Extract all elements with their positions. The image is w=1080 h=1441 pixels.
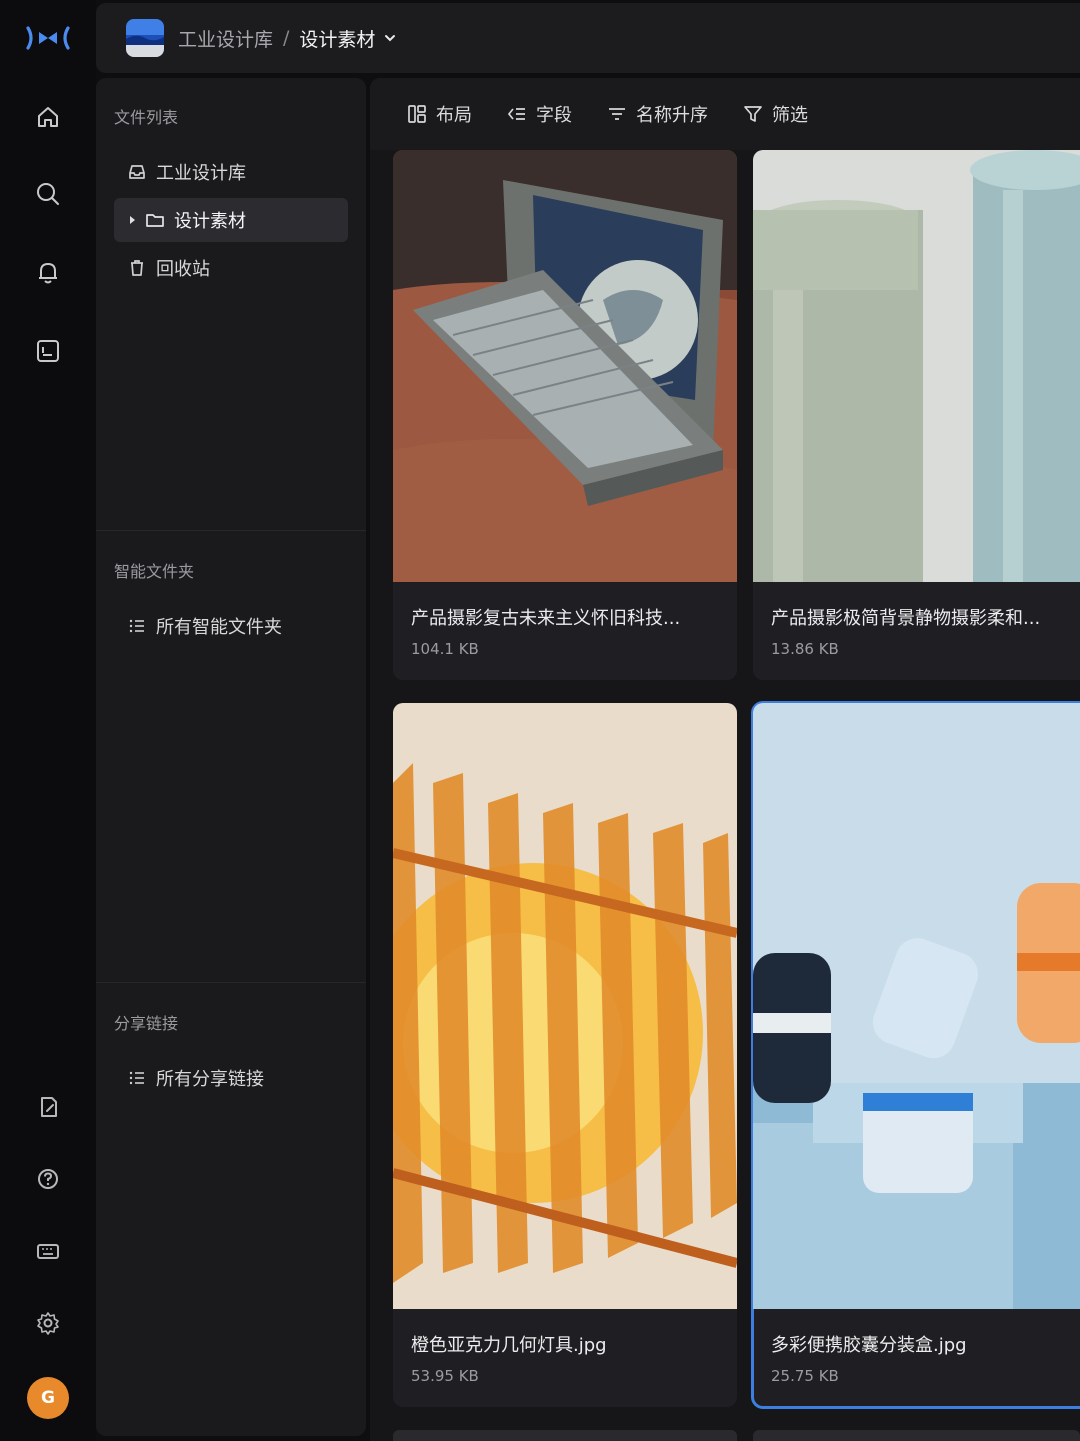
file-card[interactable]: 橙色亚克力几何灯具.jpg 53.95 KB bbox=[393, 703, 737, 1407]
tree-item-library[interactable]: 工业设计库 bbox=[114, 150, 348, 194]
file-size: 53.95 KB bbox=[411, 1367, 479, 1385]
next-row-card[interactable] bbox=[393, 1430, 737, 1441]
settings-icon[interactable] bbox=[28, 1303, 68, 1343]
file-card[interactable]: 产品摄影复古未来主义怀旧科技... 104.1 KB bbox=[393, 150, 737, 680]
library-thumbnail bbox=[126, 19, 164, 57]
fields-label: 字段 bbox=[536, 105, 572, 126]
tree-item-label: 回收站 bbox=[156, 259, 210, 280]
tree-item-all-smart-folders[interactable]: 所有智能文件夹 bbox=[114, 604, 348, 648]
tree-item-label: 工业设计库 bbox=[156, 163, 246, 184]
smart-folders-title: 智能文件夹 bbox=[114, 562, 195, 581]
bell-icon[interactable] bbox=[28, 252, 68, 292]
panel-divider bbox=[96, 982, 366, 983]
sort-label: 名称升序 bbox=[636, 105, 708, 126]
search-icon[interactable] bbox=[28, 174, 68, 214]
file-name: 橙色亚克力几何灯具.jpg bbox=[411, 1335, 607, 1356]
home-icon[interactable] bbox=[28, 97, 68, 137]
trash-icon bbox=[126, 257, 148, 279]
top-header: 工业设计库 / 设计素材 bbox=[96, 3, 1080, 73]
breadcrumb-library[interactable]: 工业设计库 bbox=[178, 25, 273, 52]
file-size: 13.86 KB bbox=[771, 640, 839, 658]
file-name: 多彩便携胶囊分装盒.jpg bbox=[771, 1335, 967, 1356]
file-name: 产品摄影极简背景静物摄影柔和... bbox=[771, 608, 1041, 629]
caret-right-icon[interactable] bbox=[126, 215, 140, 225]
tree-item-design-assets[interactable]: 设计素材 bbox=[114, 198, 348, 242]
user-avatar[interactable]: G bbox=[27, 1377, 69, 1419]
main-content: 布局 字段 名称升序 筛选 产品摄影复古未来主义怀旧科技... 104.1 KB… bbox=[370, 78, 1080, 1441]
breadcrumb-separator: / bbox=[283, 27, 290, 49]
fields-button[interactable]: 字段 bbox=[506, 101, 572, 127]
filter-icon bbox=[744, 106, 762, 122]
sort-icon bbox=[609, 108, 625, 120]
file-card[interactable]: 产品摄影极简背景静物摄影柔和... 13.86 KB bbox=[753, 150, 1080, 680]
fields-icon bbox=[507, 108, 525, 120]
folder-icon bbox=[144, 209, 166, 231]
next-row-card[interactable] bbox=[753, 1430, 1080, 1441]
toolbar: 布局 字段 名称升序 筛选 bbox=[370, 78, 1080, 150]
edit-note-icon[interactable] bbox=[28, 1087, 68, 1127]
app-logo-icon[interactable] bbox=[22, 20, 74, 56]
file-panel: 文件列表 工业设计库 设计素材 回收站 智能文件夹 所有智能文件夹 分享链接 所… bbox=[96, 78, 366, 1436]
help-icon[interactable] bbox=[28, 1159, 68, 1199]
icon-rail: G bbox=[0, 0, 96, 1441]
file-card-selected[interactable]: 多彩便携胶囊分装盒.jpg 25.75 KB bbox=[751, 701, 1080, 1409]
filter-button[interactable]: 筛选 bbox=[742, 101, 808, 127]
file-thumbnail[interactable] bbox=[753, 703, 1080, 1309]
list-icon bbox=[126, 615, 148, 637]
layout-icon bbox=[408, 105, 426, 123]
sort-button[interactable]: 名称升序 bbox=[606, 101, 708, 127]
layout-label: 布局 bbox=[436, 105, 472, 126]
layout-button[interactable]: 布局 bbox=[406, 101, 472, 127]
inbox-icon bbox=[126, 161, 148, 183]
file-list-title: 文件列表 bbox=[114, 108, 179, 127]
tree-item-label: 所有智能文件夹 bbox=[156, 617, 282, 638]
tree-item-label: 设计素材 bbox=[174, 211, 246, 232]
filter-label: 筛选 bbox=[772, 105, 808, 126]
panel-divider bbox=[96, 530, 366, 531]
tree-item-trash[interactable]: 回收站 bbox=[114, 246, 348, 290]
list-icon bbox=[126, 1067, 148, 1089]
breadcrumb-current[interactable]: 设计素材 bbox=[299, 25, 375, 52]
file-size: 104.1 KB bbox=[411, 640, 479, 658]
tree-item-all-share-links[interactable]: 所有分享链接 bbox=[114, 1056, 348, 1100]
keyboard-icon[interactable] bbox=[28, 1231, 68, 1271]
file-size: 25.75 KB bbox=[771, 1367, 839, 1385]
file-thumbnail[interactable] bbox=[393, 150, 737, 582]
tree-item-label: 所有分享链接 bbox=[156, 1069, 264, 1090]
file-thumbnail[interactable] bbox=[393, 703, 737, 1309]
board-icon[interactable] bbox=[28, 331, 68, 371]
file-thumbnail[interactable] bbox=[753, 150, 1080, 582]
file-name: 产品摄影复古未来主义怀旧科技... bbox=[411, 608, 681, 629]
chevron-down-icon[interactable] bbox=[383, 31, 397, 45]
share-links-title: 分享链接 bbox=[114, 1014, 179, 1033]
